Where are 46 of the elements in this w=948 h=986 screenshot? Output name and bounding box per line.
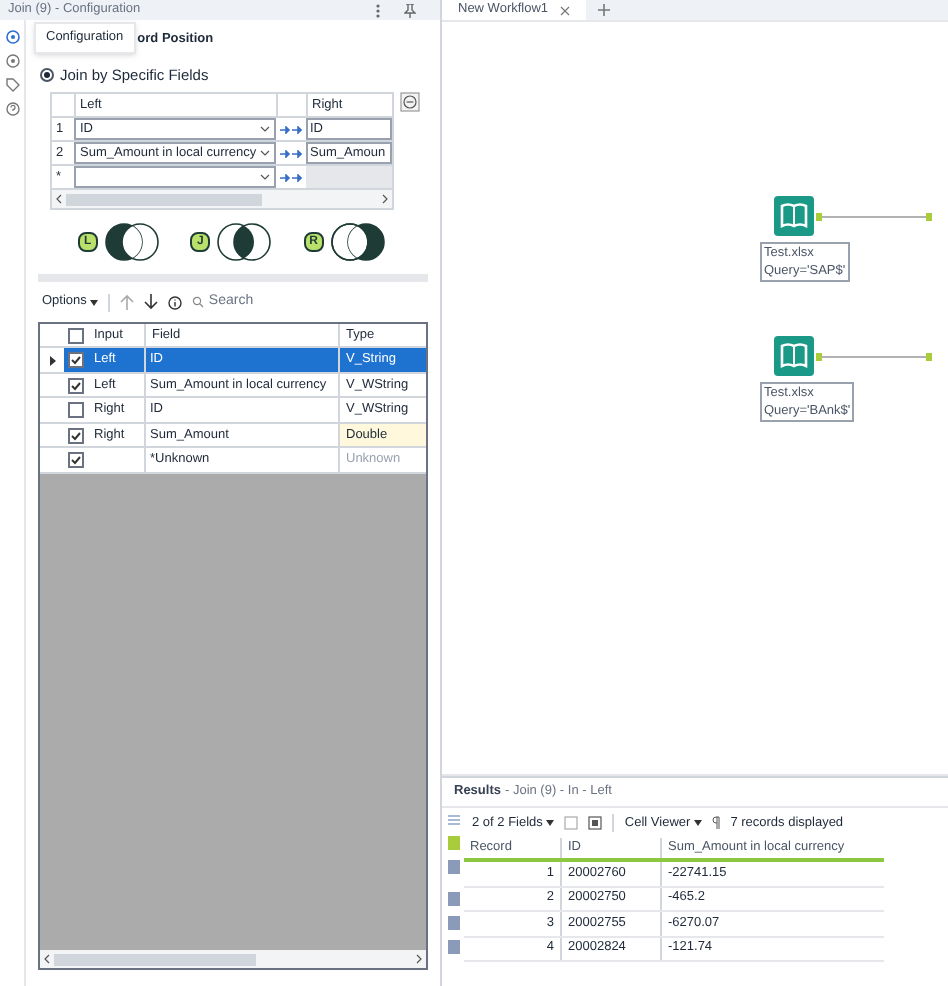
remove-icon[interactable]	[400, 92, 420, 113]
chevron-icon	[260, 174, 270, 181]
scroll-left-icon[interactable]	[44, 954, 50, 964]
add-tab-icon[interactable]	[598, 4, 611, 16]
radio-button[interactable]	[40, 68, 54, 83]
connection-line	[814, 351, 934, 361]
down-arrow-icon[interactable]	[144, 294, 159, 311]
caret-icon	[90, 299, 99, 306]
output-anchor-icon[interactable]	[447, 860, 459, 874]
scroll-left-icon[interactable]	[56, 194, 62, 205]
checkbox[interactable]	[68, 352, 84, 368]
disabled-field	[306, 166, 392, 189]
checkbox[interactable]	[68, 452, 84, 468]
checkbox[interactable]	[68, 402, 84, 418]
link-arrows-icon	[280, 125, 302, 134]
input-anchor-icon[interactable]	[447, 836, 459, 850]
row-pointer-icon	[49, 355, 55, 365]
caret-icon	[546, 820, 555, 826]
scroll-right-icon[interactable]	[416, 954, 422, 964]
book-icon[interactable]	[774, 336, 814, 376]
horizontal-scrollbar[interactable]	[40, 950, 426, 968]
search-icon	[192, 296, 205, 309]
tag-icon[interactable]	[5, 78, 19, 92]
checkbox[interactable]	[68, 427, 84, 443]
left-field-dropdown[interactable]	[74, 166, 276, 189]
checkbox[interactable]	[68, 377, 84, 393]
link-arrows-icon	[280, 149, 302, 158]
info-icon[interactable]	[168, 295, 183, 310]
scroll-right-icon[interactable]	[382, 194, 388, 205]
target-icon[interactable]	[5, 54, 19, 68]
pin-icon[interactable]	[404, 3, 416, 17]
chevron-icon	[260, 150, 270, 157]
close-icon[interactable]	[560, 5, 571, 15]
book-icon[interactable]	[774, 196, 814, 236]
checkbox[interactable]	[68, 327, 84, 344]
chevron-icon	[260, 126, 270, 133]
pilcrow-icon[interactable]	[712, 816, 721, 830]
venn-icon[interactable]	[213, 222, 274, 263]
venn-icon[interactable]	[101, 222, 162, 263]
connection-line	[814, 211, 934, 221]
checkbox-icon[interactable]	[588, 816, 603, 830]
caret-icon	[694, 820, 703, 826]
horizontal-scrollbar[interactable]	[52, 190, 392, 209]
venn-icon[interactable]	[327, 222, 388, 263]
link-arrows-icon	[280, 173, 302, 182]
help-icon[interactable]	[5, 102, 19, 116]
